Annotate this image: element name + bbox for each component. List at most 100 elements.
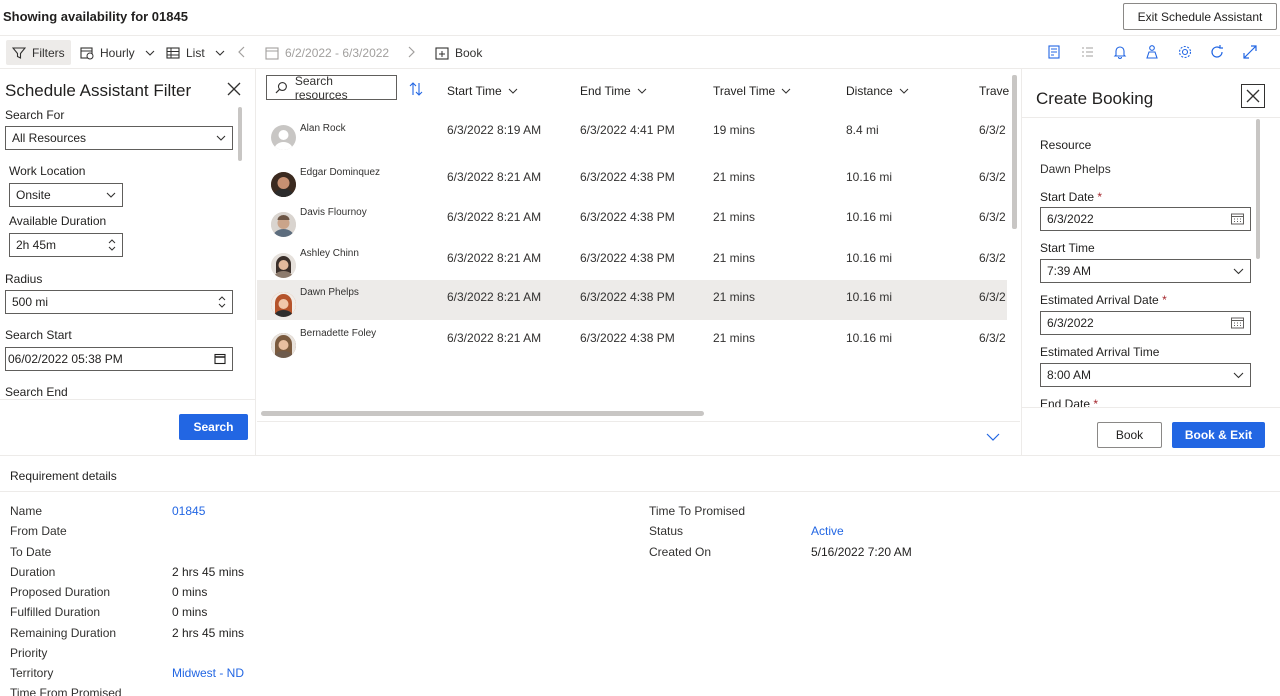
close-booking-button[interactable] xyxy=(1241,84,1265,108)
list-label: List xyxy=(186,45,205,60)
avatar xyxy=(271,333,296,358)
detail-value: 0 mins xyxy=(172,585,208,599)
search-button[interactable]: Search xyxy=(179,414,248,440)
column-header-distance[interactable]: Distance xyxy=(846,84,909,98)
grid-horizontal-scrollbar[interactable] xyxy=(261,411,704,416)
detail-value: 0 mins xyxy=(172,605,208,619)
filter-scrollbar[interactable] xyxy=(238,107,242,161)
travel-time-cell: 21 mins xyxy=(713,210,756,224)
resource-label: Resource xyxy=(1040,138,1092,152)
book-toolbar-button[interactable]: Book xyxy=(429,40,488,65)
detail-label: Remaining Duration xyxy=(10,626,117,640)
date-range-picker[interactable]: 6/2/2022 - 6/3/2022 xyxy=(259,40,395,65)
search-for-label: Search For xyxy=(5,108,65,122)
column-header-trave[interactable]: Trave xyxy=(979,84,1009,98)
grid-footer-divider xyxy=(257,421,1020,422)
work-location-label: Work Location xyxy=(9,164,86,178)
detail-label: Created On xyxy=(649,545,712,559)
work-location-select[interactable]: Onsite xyxy=(9,183,123,207)
chevron-down-icon xyxy=(216,135,226,141)
list-details-icon[interactable] xyxy=(1079,44,1095,60)
search-start-input[interactable]: 06/02/2022 05:38 PM xyxy=(5,347,233,371)
chevron-right-icon[interactable] xyxy=(403,44,419,60)
expand-icon[interactable] xyxy=(1242,44,1258,60)
distance-cell: 8.4 mi xyxy=(846,123,879,137)
trave-cell: 6/3/2 xyxy=(979,210,1006,224)
search-end-label: Search End xyxy=(5,385,68,397)
bell-icon[interactable] xyxy=(1112,44,1128,60)
arrival-time-label: Estimated Arrival Time xyxy=(1040,345,1160,359)
available-duration-stepper[interactable]: 2h 45m xyxy=(9,233,123,257)
resource-name[interactable]: Davis Flournoy xyxy=(300,207,367,218)
calendar-icon xyxy=(265,46,279,60)
book-and-exit-button[interactable]: Book & Exit xyxy=(1172,422,1265,448)
booking-scrollbar[interactable] xyxy=(1256,119,1260,259)
distance-cell: 10.16 mi xyxy=(846,251,893,265)
resource-name[interactable]: Bernadette Foley xyxy=(300,328,376,339)
close-icon xyxy=(1246,89,1260,103)
filter-icon xyxy=(12,46,26,59)
start-time-value: 7:39 AM xyxy=(1047,264,1092,278)
trave-cell: 6/3/2 xyxy=(979,290,1006,304)
close-icon[interactable] xyxy=(226,81,242,97)
column-header-start-time[interactable]: Start Time xyxy=(447,84,518,98)
arrival-time-select[interactable]: 8:00 AM xyxy=(1040,363,1251,387)
end-time-cell: 6/3/2022 4:38 PM xyxy=(580,210,675,224)
sort-icon[interactable] xyxy=(409,82,423,96)
travel-time-cell: 21 mins xyxy=(713,251,756,265)
calendar-icon[interactable] xyxy=(214,353,226,365)
chevron-down-icon xyxy=(637,88,647,94)
stepper-arrows-icon[interactable] xyxy=(108,238,116,252)
detail-label: Priority xyxy=(10,646,48,660)
end-time-cell: 6/3/2022 4:38 PM xyxy=(580,170,675,184)
resource-name[interactable]: Alan Rock xyxy=(300,123,346,134)
resource-name[interactable]: Dawn Phelps xyxy=(300,287,359,298)
column-header-end-time[interactable]: End Time xyxy=(580,84,647,98)
grid-vertical-scrollbar[interactable] xyxy=(1012,75,1017,229)
resource-name[interactable]: Edgar Dominquez xyxy=(300,167,380,178)
hourly-dropdown[interactable]: Hourly xyxy=(74,40,161,65)
start-time-select[interactable]: 7:39 AM xyxy=(1040,259,1251,283)
stepper-arrows-icon[interactable] xyxy=(218,295,226,309)
list-dropdown[interactable]: List xyxy=(160,40,231,65)
table-row[interactable]: Alan Rock 6/3/2022 8:19 AM 6/3/2022 4:41… xyxy=(257,113,1007,153)
search-for-select[interactable]: All Resources xyxy=(5,126,233,150)
distance-cell: 10.16 mi xyxy=(846,331,893,345)
detail-label: Time From Promised xyxy=(10,686,122,696)
start-time-cell: 6/3/2022 8:21 AM xyxy=(447,210,542,224)
available-duration-value: 2h 45m xyxy=(16,238,57,252)
column-header-travel-time[interactable]: Travel Time xyxy=(713,84,791,98)
exit-schedule-assistant-button[interactable]: Exit Schedule Assistant xyxy=(1123,3,1277,30)
start-date-input[interactable]: 6/3/2022 xyxy=(1040,207,1251,231)
arrival-date-value: 6/3/2022 xyxy=(1047,316,1094,330)
table-row[interactable]: Bernadette Foley 6/3/2022 8:21 AM 6/3/20… xyxy=(257,321,1007,361)
detail-value: 2 hrs 45 mins xyxy=(172,565,245,579)
search-icon xyxy=(275,82,287,94)
book-button[interactable]: Book xyxy=(1097,422,1162,448)
territory-link[interactable]: Midwest - ND xyxy=(172,666,244,680)
filters-button[interactable]: Filters xyxy=(6,40,71,65)
table-row[interactable]: Davis Flournoy 6/3/2022 8:21 AM 6/3/2022… xyxy=(257,200,1007,240)
report-icon[interactable] xyxy=(1046,44,1062,60)
resource-name[interactable]: Ashley Chinn xyxy=(300,248,359,259)
arrival-date-input[interactable]: 6/3/2022 xyxy=(1040,311,1251,335)
search-start-value: 06/02/2022 05:38 PM xyxy=(8,352,123,366)
status-link[interactable]: Active xyxy=(811,524,844,538)
gear-icon[interactable] xyxy=(1177,44,1193,60)
title-bar: Showing availability for 01845 Exit Sche… xyxy=(0,0,1280,36)
calendar-icon[interactable] xyxy=(1231,213,1244,225)
table-row-selected[interactable]: Dawn Phelps 6/3/2022 8:21 AM 6/3/2022 4:… xyxy=(257,280,1007,320)
radius-stepper[interactable]: 500 mi xyxy=(5,290,233,314)
table-row[interactable]: Edgar Dominquez 6/3/2022 8:21 AM 6/3/202… xyxy=(257,160,1007,200)
chevron-down-icon[interactable] xyxy=(986,432,1000,442)
refresh-icon[interactable] xyxy=(1209,44,1225,60)
search-resources-input[interactable]: Search resources xyxy=(266,74,397,102)
calendar-icon[interactable] xyxy=(1231,317,1244,329)
arrival-date-label-text: Estimated Arrival Date xyxy=(1040,293,1159,307)
person-flask-icon[interactable] xyxy=(1144,44,1160,60)
column-header-label: Start Time xyxy=(447,84,502,98)
chevron-left-icon[interactable] xyxy=(234,44,250,60)
table-row[interactable]: Ashley Chinn 6/3/2022 8:21 AM 6/3/2022 4… xyxy=(257,241,1007,281)
requirement-name-link[interactable]: 01845 xyxy=(172,504,205,518)
start-date-value: 6/3/2022 xyxy=(1047,212,1094,226)
